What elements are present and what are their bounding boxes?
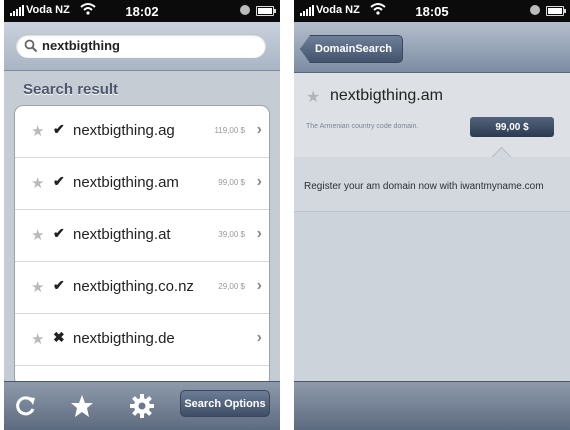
chevron-right-icon: › bbox=[256, 329, 262, 346]
navigation-bar: DomainSearch bbox=[294, 22, 570, 73]
section-title: Search result bbox=[23, 81, 119, 98]
star-icon[interactable]: ★ bbox=[31, 122, 44, 140]
clock: 18:05 bbox=[415, 4, 449, 19]
bottom-toolbar: Search Options bbox=[4, 381, 280, 430]
promo-text: Register your am domain now with iwantmy… bbox=[304, 181, 544, 192]
back-button[interactable]: DomainSearch bbox=[300, 35, 404, 63]
result-price: 39,00 $ bbox=[218, 230, 245, 239]
domain-detail-panel: ★ nextbigthing.am The Armenian country c… bbox=[294, 73, 570, 158]
available-check-icon: ✔ bbox=[53, 225, 65, 241]
result-row[interactable]: ★ ✖ nextbigthing.de › bbox=[15, 314, 269, 366]
search-options-button[interactable]: Search Options bbox=[180, 390, 270, 417]
star-icon[interactable]: ★ bbox=[31, 174, 44, 192]
result-domain: nextbigthing.co.nz bbox=[73, 278, 194, 295]
star-icon[interactable]: ★ bbox=[31, 278, 44, 296]
orientation-lock-icon bbox=[530, 5, 540, 15]
search-icon bbox=[24, 39, 38, 53]
battery-icon bbox=[256, 6, 276, 16]
status-bar: Voda NZ 18:02 bbox=[4, 0, 280, 22]
results-area: Search result ★ ✔ nextbigthing.ag 119,00… bbox=[4, 71, 280, 387]
favorites-star-icon[interactable] bbox=[68, 392, 96, 420]
result-row[interactable]: ★ ✔ nextbigthing.ag 119,00 $ › bbox=[15, 106, 269, 158]
star-icon[interactable]: ★ bbox=[306, 87, 320, 107]
search-screen: Voda NZ 18:02 nextbigthing Search result… bbox=[4, 0, 280, 430]
settings-gear-icon[interactable] bbox=[128, 392, 156, 420]
star-icon[interactable]: ★ bbox=[31, 226, 44, 244]
status-bar: Voda NZ 18:05 bbox=[294, 0, 570, 22]
register-promo[interactable]: Register your am domain now with iwantmy… bbox=[294, 157, 570, 212]
chevron-right-icon: › bbox=[256, 121, 262, 138]
detail-domain: nextbigthing.am bbox=[330, 87, 443, 104]
search-bar: nextbigthing bbox=[4, 22, 280, 71]
star-icon[interactable]: ★ bbox=[31, 330, 44, 348]
price-button[interactable]: 99,00 $ bbox=[470, 117, 554, 137]
result-domain: nextbigthing.de bbox=[73, 330, 175, 347]
chevron-right-icon: › bbox=[256, 277, 262, 294]
available-check-icon: ✔ bbox=[53, 173, 65, 189]
battery-icon bbox=[546, 6, 566, 16]
result-price: 99,00 $ bbox=[218, 178, 245, 187]
results-list: ★ ✔ nextbigthing.ag 119,00 $ › ★ ✔ nextb… bbox=[14, 105, 270, 387]
search-input[interactable]: nextbigthing bbox=[16, 34, 266, 58]
search-value: nextbigthing bbox=[42, 38, 120, 53]
orientation-lock-icon bbox=[240, 5, 250, 15]
result-row[interactable]: ★ ✔ nextbigthing.co.nz 29,00 $ › bbox=[15, 262, 269, 314]
detail-area: ★ nextbigthing.am The Armenian country c… bbox=[294, 73, 570, 381]
result-price: 119,00 $ bbox=[214, 126, 245, 135]
taken-cross-icon: ✖ bbox=[53, 329, 65, 345]
result-price: 29,00 $ bbox=[218, 282, 245, 291]
refresh-icon[interactable] bbox=[12, 392, 40, 420]
result-row[interactable]: ★ ✔ nextbigthing.at 39,00 $ › bbox=[15, 210, 269, 262]
result-row[interactable]: ★ ✔ nextbigthing.am 99,00 $ › bbox=[15, 158, 269, 210]
available-check-icon: ✔ bbox=[53, 121, 65, 137]
available-check-icon: ✔ bbox=[53, 277, 65, 293]
clock: 18:02 bbox=[125, 4, 159, 19]
chevron-right-icon: › bbox=[256, 173, 262, 190]
result-domain: nextbigthing.ag bbox=[73, 122, 175, 139]
domain-detail-screen: Voda NZ 18:05 DomainSearch ★ nextbigthin… bbox=[294, 0, 570, 430]
result-domain: nextbigthing.at bbox=[73, 226, 171, 243]
chevron-right-icon: › bbox=[256, 225, 262, 242]
bottom-toolbar bbox=[294, 381, 570, 430]
result-domain: nextbigthing.am bbox=[73, 174, 179, 191]
domain-description: The Armenian country code domain. bbox=[306, 123, 419, 130]
